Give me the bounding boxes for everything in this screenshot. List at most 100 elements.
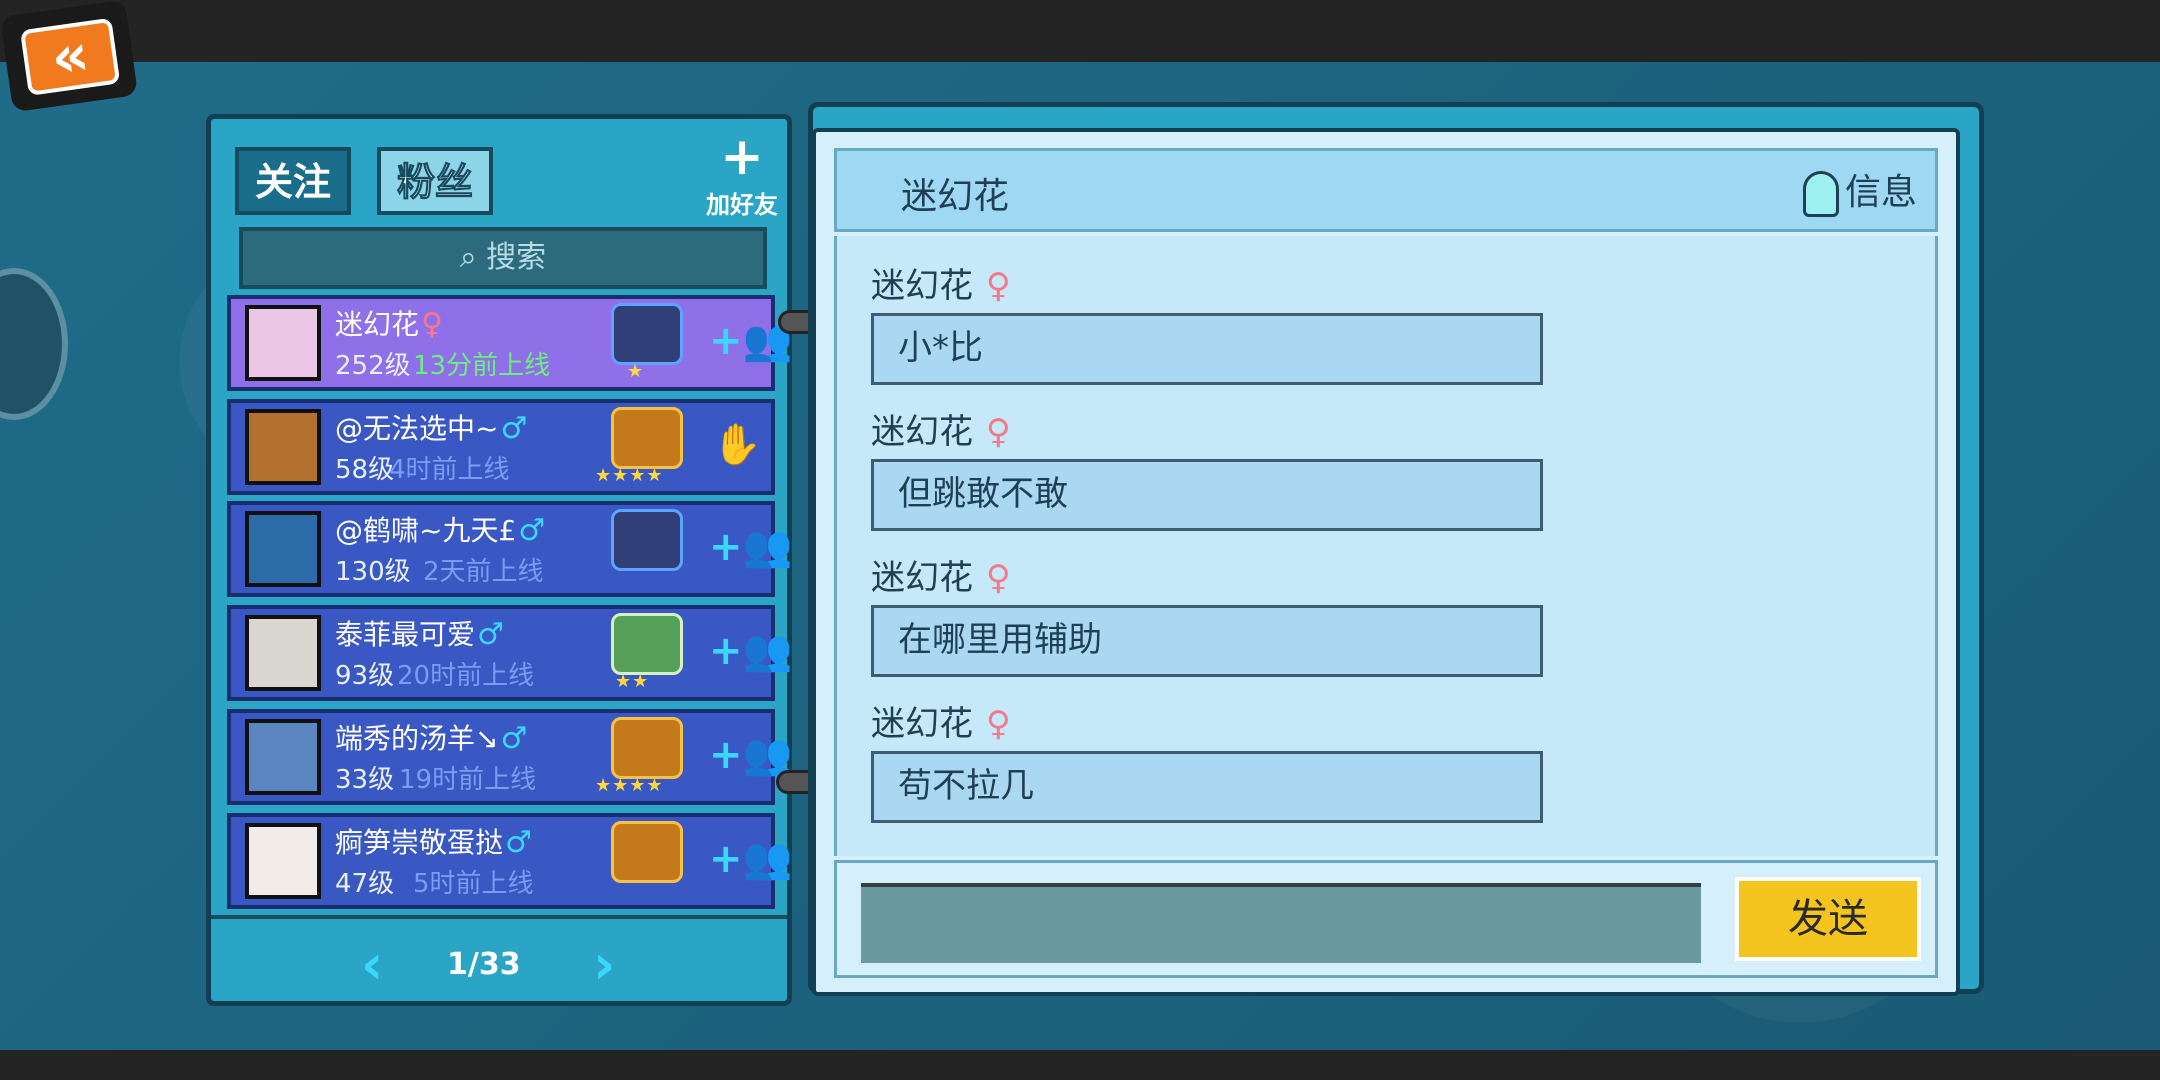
friend-row[interactable]: 端秀的汤羊↘♂ 33级 19时前上线 ★★★★ +👥 <box>227 709 792 805</box>
search-icon: ⌕ <box>459 240 477 275</box>
message-sender: 迷幻花 ♀ <box>871 550 1551 599</box>
sender-name: 迷幻花 <box>871 266 973 306</box>
friend-level: 93级 <box>335 661 395 691</box>
message-bubble: 苟不拉几 <box>871 751 1543 823</box>
tab-fans[interactable]: 粉丝 <box>377 147 493 215</box>
chat-panel: 迷幻花 信息 迷幻花 ♀ 小*比 迷幻花 ♀ 但跳敢不敢 迷幻花 ♀ 在哪里用辅… <box>812 128 1960 996</box>
input-bar: 发送 <box>834 860 1938 978</box>
male-icon: ♂ <box>500 411 528 446</box>
message-input[interactable] <box>861 883 1701 963</box>
friend-status: 20时前上线 <box>397 661 535 691</box>
male-icon: ♂ <box>500 721 528 756</box>
friend-row[interactable]: @无法选中~♂ 58级 4时前上线 ★★★★ ✋ <box>227 399 775 495</box>
friend-level: 130级 <box>335 557 411 587</box>
double-chevron-left-icon: « <box>19 17 121 96</box>
handshake-icon[interactable]: ✋ <box>709 417 765 473</box>
friend-status: 19时前上线 <box>399 765 537 795</box>
rank-badge-icon <box>611 821 683 883</box>
male-icon: ♂ <box>505 825 532 860</box>
message: 迷幻花 ♀ 小*比 <box>871 258 1551 385</box>
friend-name: 痾笋崇敬蛋挞 <box>335 826 504 859</box>
sender-name: 迷幻花 <box>871 704 973 744</box>
friend-level: 47级 <box>335 869 395 899</box>
friend-level: 58级 <box>335 455 395 485</box>
rank-stars: ★★★★ <box>595 775 664 796</box>
rank-badge-icon <box>611 407 683 469</box>
avatar <box>245 615 321 691</box>
message-bubble: 但跳敢不敢 <box>871 459 1543 531</box>
add-friend-button[interactable]: + 加好友 <box>697 129 787 223</box>
friend-row[interactable]: 痾笋崇敬蛋挞♂ 47级 5时前上线 +👥 <box>227 813 792 909</box>
back-button[interactable]: « <box>0 0 139 113</box>
friend-list: 迷幻花♀ 252级 13分前上线 ★ +👥 @无法选中~♂ 58级 4时前上线 … <box>227 295 792 909</box>
rank-stars: ★★ <box>615 671 650 692</box>
rank-badge-icon <box>611 613 683 675</box>
friend-status: 4时前上线 <box>389 455 510 485</box>
chevron-left-icon[interactable]: ‹ <box>361 933 383 996</box>
pager: ‹ 1/33 › <box>211 915 787 1005</box>
friend-status: 2天前上线 <box>423 557 544 587</box>
bottom-bar <box>0 1050 2160 1080</box>
add-user-icon[interactable]: +👥 <box>709 313 792 369</box>
avatar <box>245 823 321 899</box>
avatar <box>245 409 321 485</box>
person-icon <box>1802 171 1839 217</box>
message-sender: 迷幻花 ♀ <box>871 696 1551 745</box>
friend-name: 迷幻花 <box>335 308 420 341</box>
message-bubble: 小*比 <box>871 313 1543 385</box>
add-friend-label: 加好友 <box>706 191 778 219</box>
sender-name: 迷幻花 <box>871 558 973 598</box>
female-icon: ♀ <box>421 307 443 342</box>
friend-row[interactable]: 泰菲最可爱♂ 93级 20时前上线 ★★ +👥 <box>227 605 792 701</box>
female-icon: ♀ <box>985 412 1011 452</box>
friend-level: 252级 <box>335 351 411 381</box>
friend-status: 13分前上线 <box>413 351 551 381</box>
add-user-icon[interactable]: +👥 <box>709 623 792 679</box>
info-button[interactable]: 信息 <box>1802 163 1917 217</box>
add-user-icon[interactable]: +👥 <box>709 727 792 783</box>
rank-badge-icon <box>611 509 683 571</box>
friend-row[interactable]: @鹤啸~九天£♂ 130级 2天前上线 +👥 <box>227 501 792 597</box>
friend-name-line: 迷幻花♀ <box>335 303 443 343</box>
male-icon: ♂ <box>518 513 546 548</box>
avatar <box>245 719 321 795</box>
message-sender: 迷幻花 ♀ <box>871 404 1551 453</box>
sender-name: 迷幻花 <box>871 412 973 452</box>
search-label: 搜索 <box>486 240 547 275</box>
friend-name: @鹤啸~九天£ <box>335 514 517 547</box>
rank-stars: ★★★★ <box>595 465 664 486</box>
message: 迷幻花 ♀ 苟不拉几 <box>871 696 1551 823</box>
avatar <box>245 305 321 381</box>
top-bar <box>0 0 2160 62</box>
friend-name-line: 痾笋崇敬蛋挞♂ <box>335 821 532 861</box>
page-number: 1/33 <box>447 947 521 982</box>
tab-follow[interactable]: 关注 <box>235 147 351 215</box>
chevron-right-icon[interactable]: › <box>593 933 615 996</box>
female-icon: ♀ <box>985 558 1011 598</box>
friend-level: 33级 <box>335 765 395 795</box>
friend-name-line: 端秀的汤羊↘♂ <box>335 717 527 757</box>
friends-panel: 关注 粉丝 + 加好友 ⌕ 搜索 迷幻花♀ 252级 13分前上线 ★ +👥 @… <box>206 114 792 1006</box>
female-icon: ♀ <box>985 704 1011 744</box>
add-user-icon[interactable]: +👥 <box>709 831 792 887</box>
search-input[interactable]: ⌕ 搜索 <box>239 227 767 289</box>
friend-name-line: @无法选中~♂ <box>335 407 527 447</box>
male-icon: ♂ <box>477 617 504 652</box>
info-label: 信息 <box>1844 172 1917 213</box>
friend-name-line: @鹤啸~九天£♂ <box>335 509 545 549</box>
friend-row[interactable]: 迷幻花♀ 252级 13分前上线 ★ +👥 <box>227 295 792 391</box>
chat-header: 迷幻花 信息 <box>834 148 1938 232</box>
message-bubble: 在哪里用辅助 <box>871 605 1543 677</box>
message-list[interactable]: 迷幻花 ♀ 小*比 迷幻花 ♀ 但跳敢不敢 迷幻花 ♀ 在哪里用辅助 迷幻花 ♀… <box>834 236 1938 856</box>
friend-name: @无法选中~ <box>335 412 499 445</box>
female-icon: ♀ <box>985 266 1011 306</box>
add-user-icon[interactable]: +👥 <box>709 519 792 575</box>
send-button[interactable]: 发送 <box>1735 877 1921 961</box>
friend-name: 端秀的汤羊↘ <box>335 722 499 755</box>
avatar <box>245 511 321 587</box>
rank-badge-icon <box>611 717 683 779</box>
message-sender: 迷幻花 ♀ <box>871 258 1551 307</box>
friend-name-line: 泰菲最可爱♂ <box>335 613 504 653</box>
chat-title: 迷幻花 <box>901 176 1010 217</box>
add-user-icon: + <box>720 127 764 187</box>
